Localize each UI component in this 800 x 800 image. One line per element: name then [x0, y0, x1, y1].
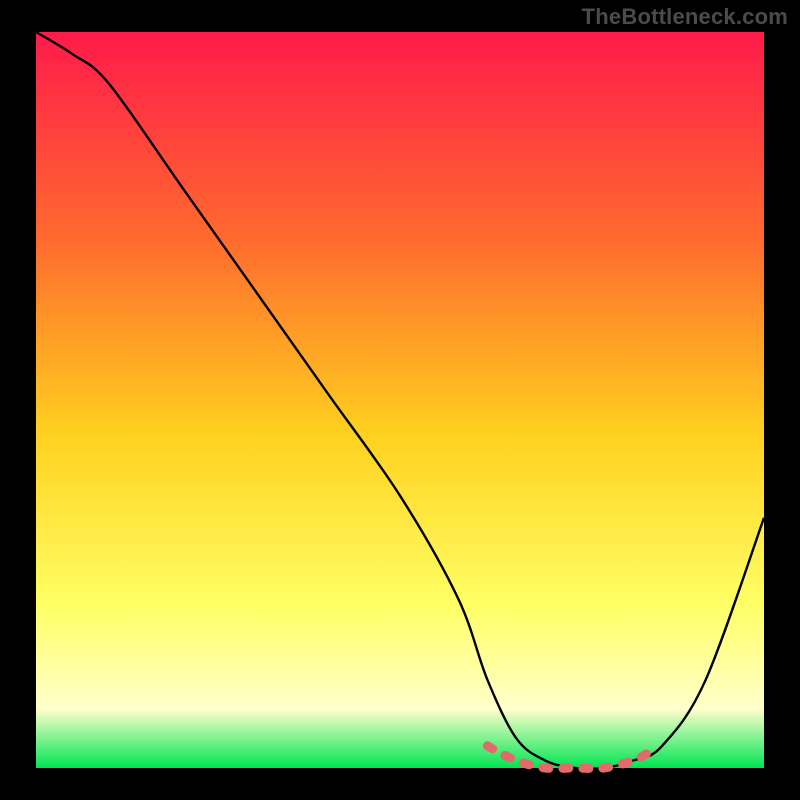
watermark-label: TheBottleneck.com: [582, 4, 788, 30]
bottleneck-chart: [0, 0, 800, 800]
chart-frame: TheBottleneck.com: [0, 0, 800, 800]
plot-background: [36, 32, 764, 768]
